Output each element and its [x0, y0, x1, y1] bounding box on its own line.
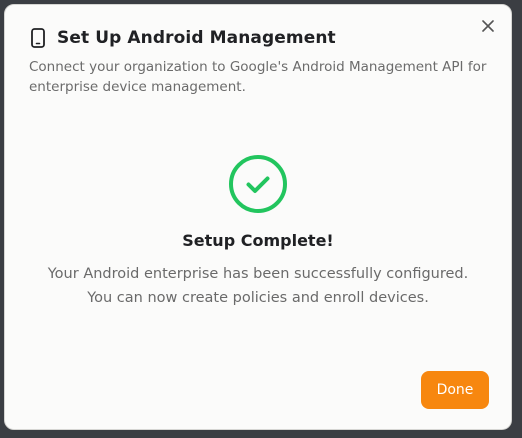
- check-circle-icon: [229, 155, 287, 213]
- done-button[interactable]: Done: [421, 371, 489, 409]
- setup-android-dialog: Set Up Android Management Connect your o…: [4, 4, 512, 430]
- dialog-description: Connect your organization to Google's An…: [29, 59, 487, 95]
- success-message: Your Android enterprise has been success…: [5, 262, 511, 310]
- success-message-line-1: Your Android enterprise has been success…: [47, 266, 469, 282]
- success-title: Setup Complete!: [182, 231, 334, 250]
- phone-icon: [29, 27, 47, 49]
- dialog-title: Set Up Android Management: [57, 28, 336, 48]
- success-panel: Setup Complete! Your Android enterprise …: [5, 153, 511, 310]
- close-icon: [482, 20, 494, 32]
- dialog-header: Set Up Android Management: [29, 27, 336, 49]
- success-message-line-2: You can now create policies and enroll d…: [87, 290, 429, 306]
- close-button[interactable]: [479, 17, 497, 35]
